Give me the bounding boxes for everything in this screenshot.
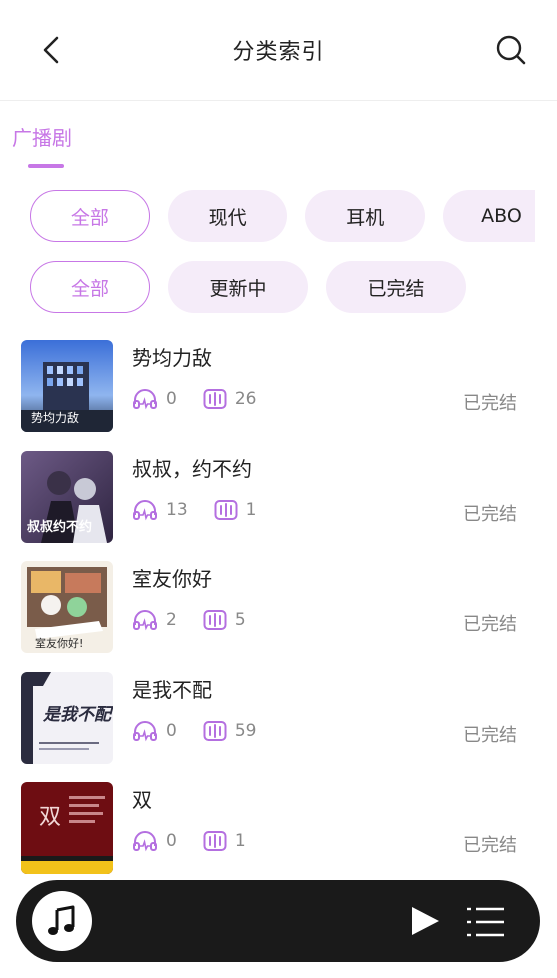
- cover-text: 势均力敌: [31, 410, 79, 425]
- episode-count-value: 5: [234, 610, 246, 630]
- item-title: 是我不配: [132, 677, 212, 702]
- cover-image: 室友你好!: [21, 561, 113, 653]
- list-item[interactable]: 势均力敌 势均力敌 0 26 已完结: [0, 330, 557, 441]
- status-filter-row: 全部 更新中 已完结: [30, 261, 466, 313]
- filter-chip-all[interactable]: 全部: [30, 190, 150, 242]
- item-stats: 0 59: [132, 720, 282, 742]
- item-stats: 0 1: [132, 830, 272, 852]
- episode-count-value: 1: [245, 499, 257, 520]
- headphones-icon: [133, 720, 157, 741]
- listen-count-value: 0: [166, 389, 177, 409]
- listen-count-value: 0: [166, 720, 177, 741]
- category-index-page: 分类索引 广播剧 全部 现代 耳机 ABO 全部 更新中 已完结 势均力敌 势均…: [0, 0, 557, 978]
- audio-wave-icon: [203, 610, 227, 630]
- item-title: 室友你好: [132, 567, 212, 591]
- filter-chip-modern[interactable]: 现代: [167, 190, 288, 242]
- headphones-icon: [133, 499, 157, 520]
- status-label: 已完结: [463, 393, 517, 414]
- audio-wave-icon: [203, 389, 227, 409]
- episode-count: 59: [203, 720, 257, 742]
- play-button[interactable]: [408, 904, 442, 942]
- music-note-icon: [48, 905, 75, 935]
- filter-chip-abo[interactable]: ABO: [443, 190, 535, 242]
- tab-radio-drama[interactable]: 广播剧: [12, 122, 72, 168]
- page-title: 分类索引: [232, 40, 325, 65]
- listen-count: 0: [132, 388, 177, 410]
- list-item[interactable]: 叔叔约不约 叔叔，约不约 13 1 已完结: [0, 441, 557, 552]
- audio-wave-icon: [203, 831, 227, 851]
- status-label: 已完结: [463, 724, 517, 746]
- list-item[interactable]: 双 双 0 1 已完结: [0, 772, 557, 883]
- play-icon: [412, 907, 439, 935]
- list-item[interactable]: 室友你好! 室友你好 2 5 已完结: [0, 551, 557, 662]
- audio-wave-icon: [214, 499, 238, 520]
- tab-active-indicator: [28, 164, 64, 168]
- status-label: 已完结: [463, 614, 517, 635]
- genre-filter-row: 全部 现代 耳机 ABO: [30, 190, 535, 242]
- cover-image: 双: [21, 782, 113, 874]
- playlist-icon: [467, 907, 504, 937]
- headphones-icon: [133, 610, 157, 631]
- episode-count-value: 26: [234, 389, 257, 409]
- status-chip-completed[interactable]: 已完结: [326, 261, 466, 313]
- listen-count-value: 2: [166, 610, 177, 630]
- drama-list: 势均力敌 势均力敌 0 26 已完结 叔叔约不约 叔叔，约不约 13 1 已完结…: [0, 330, 557, 883]
- search-button[interactable]: [495, 34, 527, 66]
- episode-count: 26: [203, 388, 257, 410]
- episode-count: 1: [203, 830, 246, 852]
- headphones-icon: [133, 389, 157, 410]
- item-stats: 2 5: [132, 609, 272, 631]
- header-bar: 分类索引: [0, 0, 557, 101]
- listen-count: 0: [132, 830, 177, 852]
- search-icon: [496, 35, 526, 65]
- status-label: 已完结: [463, 835, 517, 856]
- now-playing-disc[interactable]: [32, 891, 92, 951]
- listen-count: 13: [132, 499, 188, 521]
- episode-count: 1: [214, 499, 257, 521]
- episode-count: 5: [203, 609, 246, 631]
- list-item[interactable]: 是我不配 是我不配 0 59 已完结: [0, 662, 557, 773]
- cover-image: 是我不配: [21, 671, 113, 764]
- item-title: 势均力敌: [132, 346, 212, 370]
- headphones-icon: [133, 831, 157, 852]
- episode-count-value: 1: [234, 831, 246, 851]
- status-chip-all[interactable]: 全部: [30, 261, 150, 313]
- item-stats: 13 1: [132, 499, 282, 521]
- tab-label: 广播剧: [12, 126, 72, 150]
- item-stats: 0 26: [132, 388, 282, 410]
- item-title: 双: [132, 788, 152, 812]
- mini-player[interactable]: [16, 880, 540, 962]
- listen-count: 2: [132, 609, 177, 631]
- listen-count: 0: [132, 720, 177, 742]
- episode-count-value: 59: [234, 720, 257, 741]
- listen-count-value: 13: [166, 499, 188, 520]
- cover-image: 势均力敌: [21, 340, 113, 432]
- filter-chip-headphones[interactable]: 耳机: [305, 190, 426, 242]
- cover-image: 叔叔约不约: [21, 450, 113, 543]
- item-title: 叔叔，约不约: [132, 456, 252, 481]
- cover-text: 双: [39, 805, 61, 830]
- cover-text: 是我不配: [42, 705, 113, 725]
- playlist-button[interactable]: [466, 906, 506, 942]
- listen-count-value: 0: [166, 831, 177, 851]
- status-chip-updating[interactable]: 更新中: [168, 261, 308, 313]
- cover-text: 叔叔约不约: [27, 519, 92, 535]
- cover-text: 室友你好!: [35, 636, 83, 650]
- status-label: 已完结: [463, 503, 517, 525]
- audio-wave-icon: [203, 720, 227, 741]
